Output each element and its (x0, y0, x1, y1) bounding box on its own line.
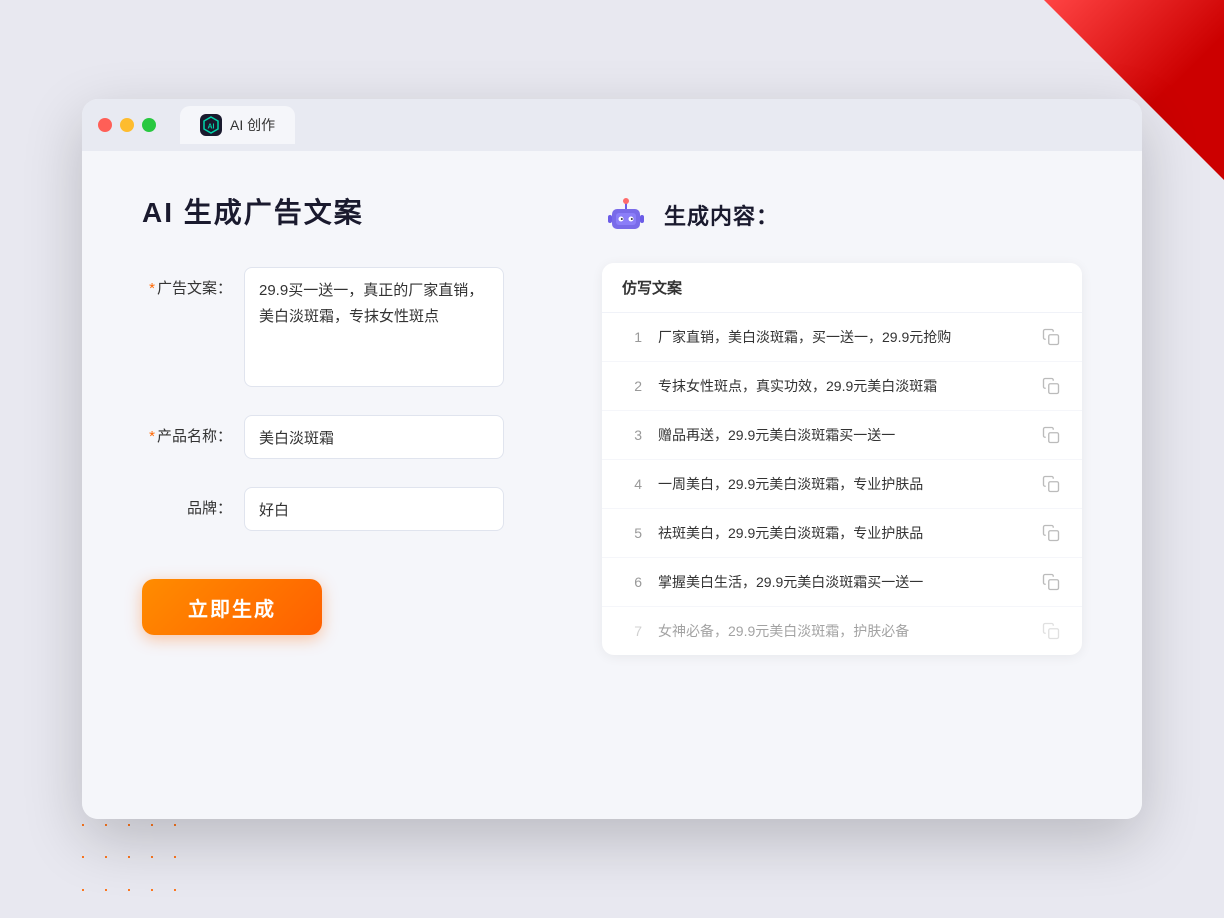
robot-icon (602, 191, 650, 239)
result-table-header: 仿写文案 (602, 263, 1082, 313)
result-header-title: 生成内容： (664, 199, 779, 231)
product-name-input[interactable] (244, 415, 504, 459)
result-header: 生成内容： (602, 191, 1082, 239)
result-table: 仿写文案 1 厂家直销，美白淡斑霜，买一送一，29.9元抢购 2 (602, 263, 1082, 655)
form-group-ad-copy: *广告文案： 29.9买一送一，真正的厂家直销，美白淡斑霜，专抹女性斑点 (142, 267, 542, 387)
form-group-product-name: *产品名称： (142, 415, 542, 459)
row-number-7: 7 (622, 623, 642, 639)
row-text-7: 女神必备，29.9元美白淡斑霜，护肤必备 (658, 621, 1024, 642)
row-number-6: 6 (622, 574, 642, 590)
row-number-5: 5 (622, 525, 642, 541)
row-text-1: 厂家直销，美白淡斑霜，买一送一，29.9元抢购 (658, 327, 1024, 348)
ad-copy-textarea[interactable]: 29.9买一送一，真正的厂家直销，美白淡斑霜，专抹女性斑点 (244, 267, 504, 387)
result-row: 4 一周美白，29.9元美白淡斑霜，专业护肤品 (602, 460, 1082, 509)
copy-icon-1[interactable] (1040, 326, 1062, 348)
result-row-faded: 7 女神必备，29.9元美白淡斑霜，护肤必备 (602, 607, 1082, 655)
browser-content: AI 生成广告文案 *广告文案： 29.9买一送一，真正的厂家直销，美白淡斑霜，… (82, 151, 1142, 819)
result-row: 3 赠品再送，29.9元美白淡斑霜买一送一 (602, 411, 1082, 460)
row-text-2: 专抹女性斑点，真实功效，29.9元美白淡斑霜 (658, 376, 1024, 397)
page-title: AI 生成广告文案 (142, 191, 542, 231)
tab-title: AI 创作 (230, 115, 275, 135)
ad-copy-label: *广告文案： (142, 267, 232, 298)
row-number-4: 4 (622, 476, 642, 492)
row-number-3: 3 (622, 427, 642, 443)
brand-input[interactable] (244, 487, 504, 531)
row-text-5: 祛斑美白，29.9元美白淡斑霜，专业护肤品 (658, 523, 1024, 544)
copy-icon-3[interactable] (1040, 424, 1062, 446)
copy-icon-6[interactable] (1040, 571, 1062, 593)
result-row: 5 祛斑美白，29.9元美白淡斑霜，专业护肤品 (602, 509, 1082, 558)
right-panel: 生成内容： 仿写文案 1 厂家直销，美白淡斑霜，买一送一，29.9元抢购 (602, 191, 1082, 779)
row-number-1: 1 (622, 329, 642, 345)
copy-icon-5[interactable] (1040, 522, 1062, 544)
row-text-6: 掌握美白生活，29.9元美白淡斑霜买一送一 (658, 572, 1024, 593)
traffic-light-green[interactable] (142, 118, 156, 132)
bg-dots-decoration (80, 808, 200, 888)
tab-ai-icon: AI (200, 114, 222, 136)
product-name-label: *产品名称： (142, 415, 232, 446)
form-group-brand: 品牌： (142, 487, 542, 531)
browser-titlebar: AI AI 创作 (82, 99, 1142, 151)
result-row: 6 掌握美白生活，29.9元美白淡斑霜买一送一 (602, 558, 1082, 607)
result-table-header-text: 仿写文案 (622, 280, 682, 297)
result-row: 1 厂家直销，美白淡斑霜，买一送一，29.9元抢购 (602, 313, 1082, 362)
generate-button[interactable]: 立即生成 (142, 579, 322, 635)
browser-tab[interactable]: AI AI 创作 (180, 106, 295, 144)
row-text-3: 赠品再送，29.9元美白淡斑霜买一送一 (658, 425, 1024, 446)
ad-copy-required-star: * (149, 280, 155, 297)
row-text-4: 一周美白，29.9元美白淡斑霜，专业护肤品 (658, 474, 1024, 495)
browser-window: AI AI 创作 AI 生成广告文案 *广告文案： 29.9买一送一，真正的厂家… (82, 99, 1142, 819)
copy-icon-4[interactable] (1040, 473, 1062, 495)
traffic-light-red[interactable] (98, 118, 112, 132)
svg-text:AI: AI (208, 124, 215, 131)
copy-icon-7[interactable] (1040, 620, 1062, 642)
result-row: 2 专抹女性斑点，真实功效，29.9元美白淡斑霜 (602, 362, 1082, 411)
product-required-star: * (149, 428, 155, 445)
left-panel: AI 生成广告文案 *广告文案： 29.9买一送一，真正的厂家直销，美白淡斑霜，… (142, 191, 542, 779)
copy-icon-2[interactable] (1040, 375, 1062, 397)
brand-label: 品牌： (142, 487, 232, 518)
row-number-2: 2 (622, 378, 642, 394)
traffic-light-yellow[interactable] (120, 118, 134, 132)
